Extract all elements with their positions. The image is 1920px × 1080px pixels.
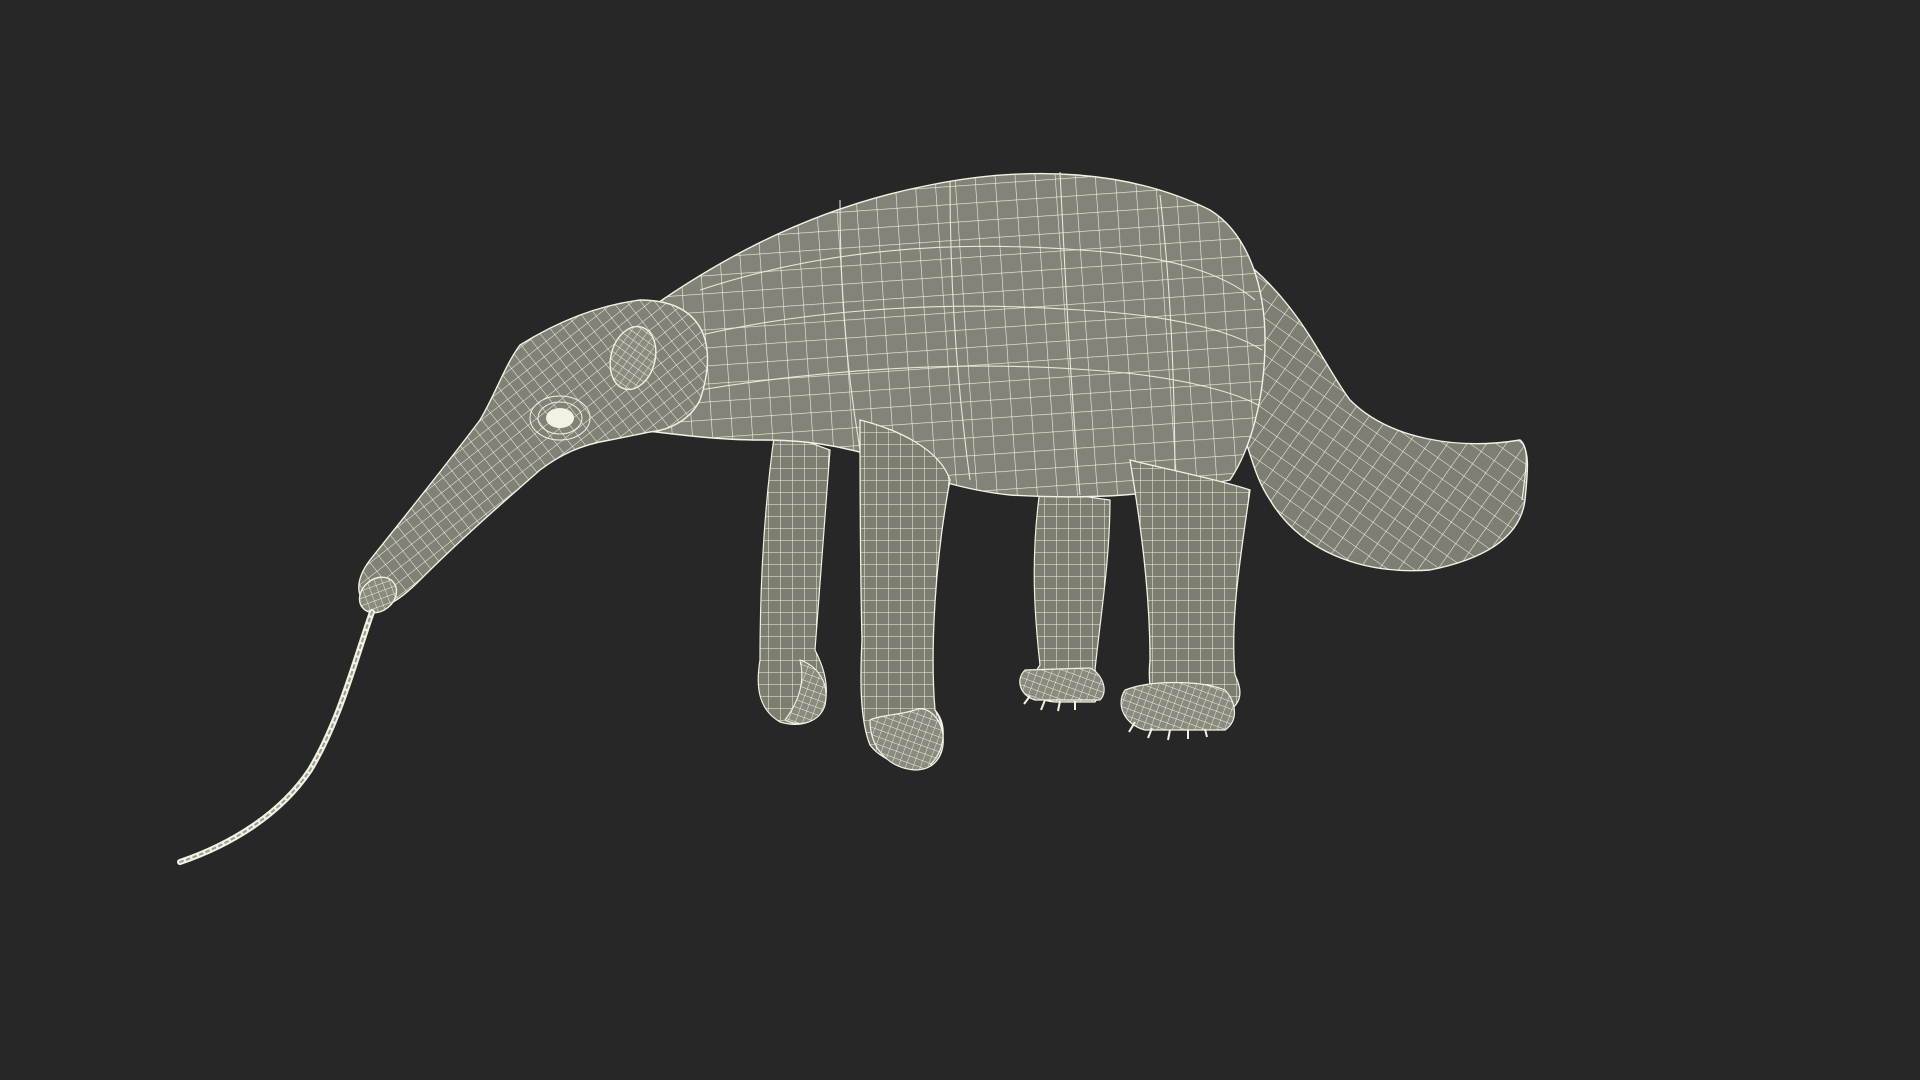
render-viewport bbox=[0, 0, 1920, 1080]
paw-front-near bbox=[869, 708, 944, 771]
front-leg-near bbox=[859, 419, 951, 771]
tongue bbox=[177, 609, 375, 865]
front-leg-far bbox=[757, 429, 831, 725]
tail bbox=[1229, 248, 1529, 572]
body bbox=[619, 171, 1266, 498]
paw-hind-far bbox=[1019, 667, 1105, 701]
hind-leg-far bbox=[1019, 489, 1111, 712]
hind-leg-near bbox=[1120, 459, 1251, 741]
paw-hind-near bbox=[1120, 681, 1235, 731]
head bbox=[358, 299, 709, 614]
anteater-model bbox=[177, 171, 1529, 865]
